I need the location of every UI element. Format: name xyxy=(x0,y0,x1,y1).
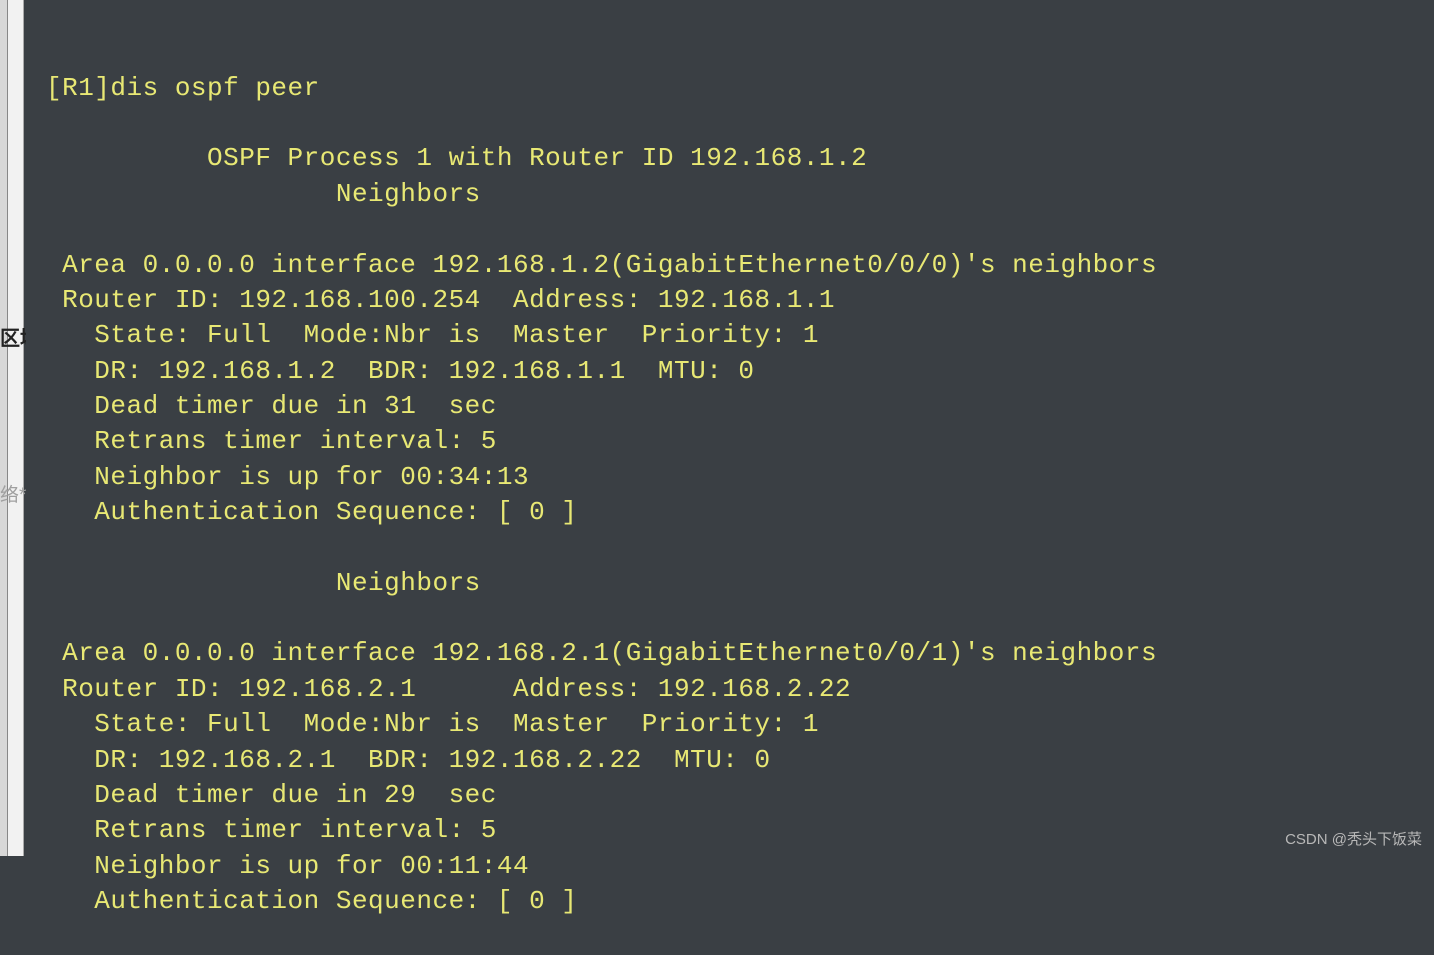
watermark-label: CSDN @秃头下饭菜 xyxy=(1285,830,1422,850)
neighbor-retrans: Retrans timer interval: 5 xyxy=(46,815,513,845)
neighbor-state: State: Full Mode:Nbr is Master Priority:… xyxy=(46,709,819,739)
window-inner-edge xyxy=(8,0,24,856)
neighbor-state: State: Full Mode:Nbr is Master Priority:… xyxy=(46,320,819,350)
ospf-process-header: OSPF Process 1 with Router ID 192.168.1.… xyxy=(46,143,867,173)
window-outer-edge xyxy=(0,0,8,856)
neighbor-area-line: Area 0.0.0.0 interface 192.168.1.2(Gigab… xyxy=(46,250,1157,280)
neighbor-auth-seq: Authentication Sequence: [ 0 ] xyxy=(46,886,577,916)
neighbor-dr-bdr: DR: 192.168.1.2 BDR: 192.168.1.1 MTU: 0 xyxy=(46,356,819,386)
terminal-output[interactable]: [R1]dis ospf peer OSPF Process 1 with Ro… xyxy=(26,0,1426,856)
neighbor-uptime: Neighbor is up for 00:34:13 xyxy=(46,462,610,492)
neighbor-dead-timer: Dead timer due in 31 sec xyxy=(46,391,497,421)
neighbor-router-id: Router ID: 192.168.2.1 Address: 192.168.… xyxy=(46,674,899,704)
neighbor-uptime: Neighbor is up for 00:11:44 xyxy=(46,851,610,881)
neighbor-auth-seq: Authentication Sequence: [ 0 ] xyxy=(46,497,594,527)
neighbors-heading: Neighbors xyxy=(46,568,497,598)
neighbor-dead-timer: Dead timer due in 29 sec xyxy=(46,780,497,810)
neighbor-area-line: Area 0.0.0.0 interface 192.168.2.1(Gigab… xyxy=(46,638,1157,668)
neighbor-router-id: Router ID: 192.168.100.254 Address: 192.… xyxy=(46,285,867,315)
neighbor-dr-bdr: DR: 192.168.2.1 BDR: 192.168.2.22 MTU: 0 xyxy=(46,745,835,775)
neighbors-heading: Neighbors xyxy=(46,179,497,209)
neighbor-retrans: Retrans timer interval: 5 xyxy=(46,426,513,456)
cli-command: [R1]dis ospf peer xyxy=(46,73,320,103)
